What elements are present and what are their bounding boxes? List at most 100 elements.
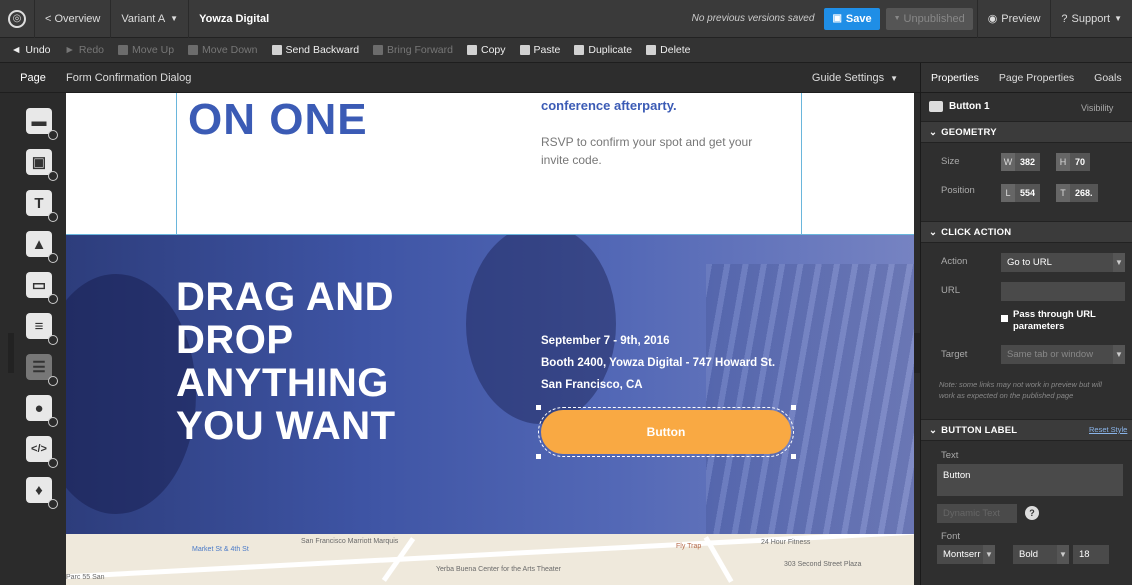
trash-icon [646,45,657,55]
guide-settings-menu[interactable]: Guide Settings ▼ [812,72,920,84]
lightbox-tool-icon[interactable]: ☰ [26,354,58,386]
map-section[interactable]: San Francisco Marriott Marquis Market St… [66,534,914,585]
copy-button[interactable]: Copy [460,44,513,56]
delete-button[interactable]: Delete [639,44,697,56]
link-note-line-1: Note: some links may not work in preview… [939,380,1102,389]
page-canvas[interactable]: ON ONE conference afterparty. RSVP to co… [66,93,914,585]
event-date: September 7 - 9th, 2016 [541,335,670,347]
heading-top[interactable]: ON ONE [188,95,368,145]
click-action-title: CLICK ACTION [941,226,1012,238]
save-button[interactable]: ▣ Save [824,7,880,30]
eye-icon: ◉ [987,13,998,25]
reset-style-link[interactable]: Reset Style [1089,425,1127,434]
top-field[interactable]: T 268. [1056,184,1098,202]
box-tool-icon[interactable]: ▣ [26,149,58,181]
dynamic-text-label: Dynamic Text [943,508,1000,519]
move-down-icon [188,45,199,55]
duplicate-button[interactable]: Duplicate [567,44,639,56]
version-status: No previous versions saved [691,13,815,24]
chevron-down-icon[interactable]: ▼ [1113,345,1125,364]
cta-button[interactable]: Button [538,407,794,457]
form-tool-icon[interactable]: ≡ [26,313,58,345]
preview-button[interactable]: ◉ Preview [976,0,1051,38]
undo-button[interactable]: ◄ Undo [4,44,58,56]
form-section: ON ONE conference afterparty. RSVP to co… [66,93,914,234]
pass-params-checkbox[interactable] [1001,315,1008,322]
tab-goals[interactable]: Goals [1084,72,1131,84]
font-family-select[interactable]: Montserr [937,545,983,564]
hero-headline[interactable]: DRAG AND DROP ANYTHING YOU WANT [176,276,396,448]
button-text-input[interactable]: Button [937,464,1123,496]
help-icon: ? [1061,12,1068,25]
text-tool-icon[interactable]: T [26,190,58,222]
element-header: Button 1 [929,101,990,112]
custom-html-tool-icon[interactable]: </> [26,436,58,468]
image-tool-icon[interactable]: ▲ [26,231,58,263]
chevron-down-icon[interactable]: ▼ [983,545,995,564]
geometry-section[interactable]: ⌄ GEOMETRY [921,121,1132,143]
event-details[interactable]: September 7 - 9th, 2016 Booth 2400, Yowz… [541,330,775,396]
party-text[interactable]: conference afterparty. [541,98,677,113]
support-menu[interactable]: ? Support ▼ [1050,0,1132,38]
tab-page[interactable]: Page [0,72,66,84]
paste-button[interactable]: Paste [513,44,568,56]
target-value: Same tab or window [1007,349,1094,360]
width-value: 382 [1015,153,1041,171]
social-widget-tool-icon[interactable]: ♦ [26,477,58,509]
rsvp-line-2: invite code. [541,153,602,167]
pass-params-line-1: Pass through URL [1013,309,1096,320]
send-backward-button[interactable]: Send Backward [265,44,367,56]
help-icon[interactable]: ? [1025,506,1039,520]
button-tool-icon[interactable]: ▭ [26,272,58,304]
font-size-value: 18 [1079,549,1090,560]
dynamic-text-button[interactable]: Dynamic Text [937,504,1017,523]
chevron-down-icon[interactable]: ▼ [1057,545,1069,564]
action-select[interactable]: Go to URL [1001,253,1113,272]
move-down-button[interactable]: Move Down [181,44,264,56]
font-weight-select[interactable]: Bold [1013,545,1057,564]
variant-select[interactable]: Variant A ▼ [110,0,188,38]
unpublished-button[interactable]: ▼ Unpublished [885,7,973,30]
overview-link[interactable]: < Overview [34,0,110,38]
button-element-icon [929,101,943,112]
move-down-label: Move Down [202,44,258,56]
collapse-left-handle[interactable] [8,333,14,373]
target-select[interactable]: Same tab or window [1001,345,1113,364]
link-note: Note: some links may not work in preview… [939,379,1102,401]
visibility-toggle[interactable]: Visibility [1081,103,1113,113]
properties-panel: Properties Page Properties Goals Button … [920,63,1132,585]
resize-handle[interactable] [791,405,796,410]
tab-properties[interactable]: Properties [921,72,989,84]
resize-handle[interactable] [791,454,796,459]
url-input[interactable] [1001,282,1125,301]
event-city: San Francisco, CA [541,379,643,391]
width-field[interactable]: W 382 [1001,153,1041,171]
video-tool-icon[interactable]: ● [26,395,58,427]
hero-section[interactable]: DRAG AND DROP ANYTHING YOU WANT Septembe… [66,234,914,534]
delete-label: Delete [660,44,691,56]
edit-toolbar: ◄ Undo ► Redo Move Up Move Down Send Backw… [0,38,1132,63]
section-tool-icon[interactable]: ▬ [26,108,58,140]
bring-forward-button[interactable]: Bring Forward [366,44,460,56]
click-action-section[interactable]: ⌄ CLICK ACTION [921,221,1132,243]
move-up-button[interactable]: Move Up [111,44,181,56]
visibility-label: Visibility [1081,103,1114,113]
undo-label: Undo [25,44,51,56]
resize-handle[interactable] [536,454,541,459]
rsvp-text[interactable]: RSVP to confirm your spot and get your i… [541,133,752,169]
height-key: H [1056,153,1070,171]
map-label: 24 Hour Fitness [761,539,811,546]
action-label: Action [941,256,968,267]
resize-handle[interactable] [536,405,541,410]
send-backward-label: Send Backward [285,44,360,56]
font-size-input[interactable]: 18 [1073,545,1109,564]
tab-page-properties[interactable]: Page Properties [989,72,1084,84]
redo-button[interactable]: ► Redo [58,44,112,56]
app-logo-icon[interactable]: ◎ [0,0,34,38]
chevron-down-icon[interactable]: ▼ [1113,253,1125,272]
duplicate-label: Duplicate [588,44,633,56]
left-field[interactable]: L 554 [1001,184,1041,202]
map-label: San Francisco Marriott Marquis [301,538,399,545]
height-field[interactable]: H 70 [1056,153,1091,171]
bring-forward-label: Bring Forward [387,44,453,56]
